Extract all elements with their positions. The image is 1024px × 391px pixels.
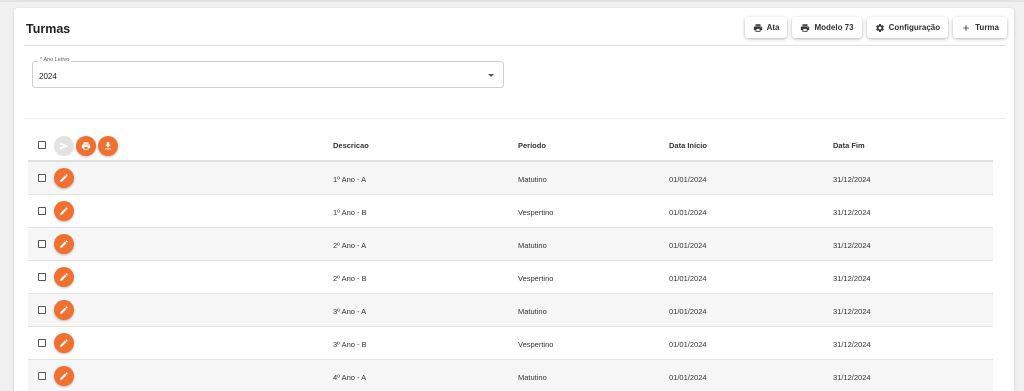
cell-descricao: 4º Ano - A <box>333 373 367 382</box>
cell-data-fim: 31/12/2024 <box>833 340 871 349</box>
cell-data-fim: 31/12/2024 <box>833 307 871 316</box>
cell-data-inicio: 01/01/2024 <box>669 373 707 382</box>
table-row[interactable]: 3º Ano - B Vespertino 01/01/2024 31/12/2… <box>28 327 993 360</box>
send-icon <box>59 142 69 150</box>
cell-descricao: 3º Ano - A <box>333 307 367 316</box>
turmas-table: Descricao Período Data Início Data Fim 1… <box>28 130 993 391</box>
table-row[interactable]: 1º Ano - B Vespertino 01/01/2024 31/12/2… <box>28 195 993 228</box>
edit-button[interactable] <box>54 234 74 254</box>
cell-data-fim: 31/12/2024 <box>833 373 871 382</box>
table-row[interactable]: 2º Ano - B Vespertino 01/01/2024 31/12/2… <box>28 261 993 294</box>
ata-button-label: Ata <box>766 23 780 32</box>
select-all-checkbox[interactable] <box>38 141 46 149</box>
cell-descricao: 1º Ano - A <box>333 175 367 184</box>
row-checkbox[interactable] <box>38 207 46 215</box>
cell-descricao: 2º Ano - A <box>333 241 367 250</box>
turmas-card: Turmas Ata Modelo 73 Configuração Turma … <box>14 8 1014 391</box>
configuracao-button[interactable]: Configuração <box>866 17 949 38</box>
edit-button[interactable] <box>54 366 74 386</box>
cell-data-inicio: 01/01/2024 <box>669 241 707 250</box>
edit-button[interactable] <box>54 201 74 221</box>
pencil-icon <box>60 207 68 215</box>
cell-descricao: 3º Ano - B <box>333 340 367 349</box>
plus-icon <box>963 24 970 31</box>
pencil-icon <box>60 306 68 314</box>
header-divider <box>24 45 1006 46</box>
ata-button[interactable]: Ata <box>744 17 788 38</box>
cell-periodo: Vespertino <box>518 340 554 349</box>
column-header-descricao[interactable]: Descricao <box>333 141 369 150</box>
table-row[interactable]: 4º Ano - A Matutino 01/01/2024 31/12/202… <box>28 360 993 391</box>
cell-periodo: Matutino <box>518 373 547 382</box>
pencil-icon <box>60 174 68 182</box>
edit-button[interactable] <box>54 168 74 188</box>
cell-periodo: Vespertino <box>518 274 554 283</box>
pencil-icon <box>60 339 68 347</box>
row-checkbox[interactable] <box>38 339 46 347</box>
row-checkbox[interactable] <box>38 240 46 248</box>
download-icon <box>105 142 111 150</box>
row-checkbox[interactable] <box>38 306 46 314</box>
pencil-icon <box>60 372 68 380</box>
row-checkbox[interactable] <box>38 174 46 182</box>
top-border <box>0 0 1024 2</box>
row-checkbox[interactable] <box>38 273 46 281</box>
cell-periodo: Matutino <box>518 175 547 184</box>
cell-periodo: Matutino <box>518 307 547 316</box>
cell-data-inicio: 01/01/2024 <box>669 274 707 283</box>
edit-button[interactable] <box>54 333 74 353</box>
edit-button[interactable] <box>54 300 74 320</box>
cell-periodo: Vespertino <box>518 208 554 217</box>
cell-data-inicio: 01/01/2024 <box>669 208 707 217</box>
cell-data-inicio: 01/01/2024 <box>669 307 707 316</box>
ano-letivo-select[interactable]: * Ano Letivo 2024 <box>32 57 504 88</box>
cell-data-inicio: 01/01/2024 <box>669 340 707 349</box>
send-button[interactable] <box>54 136 74 156</box>
configuracao-button-label: Configuração <box>888 23 941 32</box>
column-header-data-inicio[interactable]: Data Início <box>669 141 707 150</box>
cell-data-fim: 31/12/2024 <box>833 208 871 217</box>
print-selected-button[interactable] <box>76 136 96 156</box>
pencil-icon <box>60 240 68 248</box>
cell-periodo: Matutino <box>518 241 547 250</box>
print-icon <box>81 142 91 150</box>
cell-data-fim: 31/12/2024 <box>833 175 871 184</box>
table-row[interactable]: 3º Ano - A Matutino 01/01/2024 31/12/202… <box>28 294 993 327</box>
section-divider <box>24 118 1006 119</box>
cell-descricao: 1º Ano - B <box>333 208 367 217</box>
edit-button[interactable] <box>54 267 74 287</box>
table-header: Descricao Período Data Início Data Fim <box>28 130 993 162</box>
cell-data-fim: 31/12/2024 <box>833 274 871 283</box>
row-checkbox[interactable] <box>38 372 46 380</box>
download-button[interactable] <box>98 136 118 156</box>
gear-icon <box>875 23 884 32</box>
toolbar: Ata Modelo 73 Configuração Turma <box>744 17 1007 38</box>
table-row[interactable]: 1º Ano - A Matutino 01/01/2024 31/12/202… <box>28 162 993 195</box>
print-icon <box>801 23 810 32</box>
modelo-73-button-label: Modelo 73 <box>814 23 854 32</box>
ano-letivo-value: 2024 <box>39 72 57 81</box>
cell-descricao: 2º Ano - B <box>333 274 367 283</box>
add-turma-button[interactable]: Turma <box>953 17 1007 38</box>
page-title: Turmas <box>26 22 71 36</box>
cell-data-inicio: 01/01/2024 <box>669 175 707 184</box>
add-turma-button-label: Turma <box>975 23 999 32</box>
table-row[interactable]: 2º Ano - A Matutino 01/01/2024 31/12/202… <box>28 228 993 261</box>
chevron-down-icon <box>488 74 494 77</box>
print-icon <box>753 23 762 32</box>
pencil-icon <box>60 273 68 281</box>
cell-data-fim: 31/12/2024 <box>833 241 871 250</box>
modelo-73-button[interactable]: Modelo 73 <box>792 17 862 38</box>
column-header-data-fim[interactable]: Data Fim <box>833 141 865 150</box>
ano-letivo-label: * Ano Letivo <box>38 57 72 63</box>
column-header-periodo[interactable]: Período <box>518 141 546 150</box>
